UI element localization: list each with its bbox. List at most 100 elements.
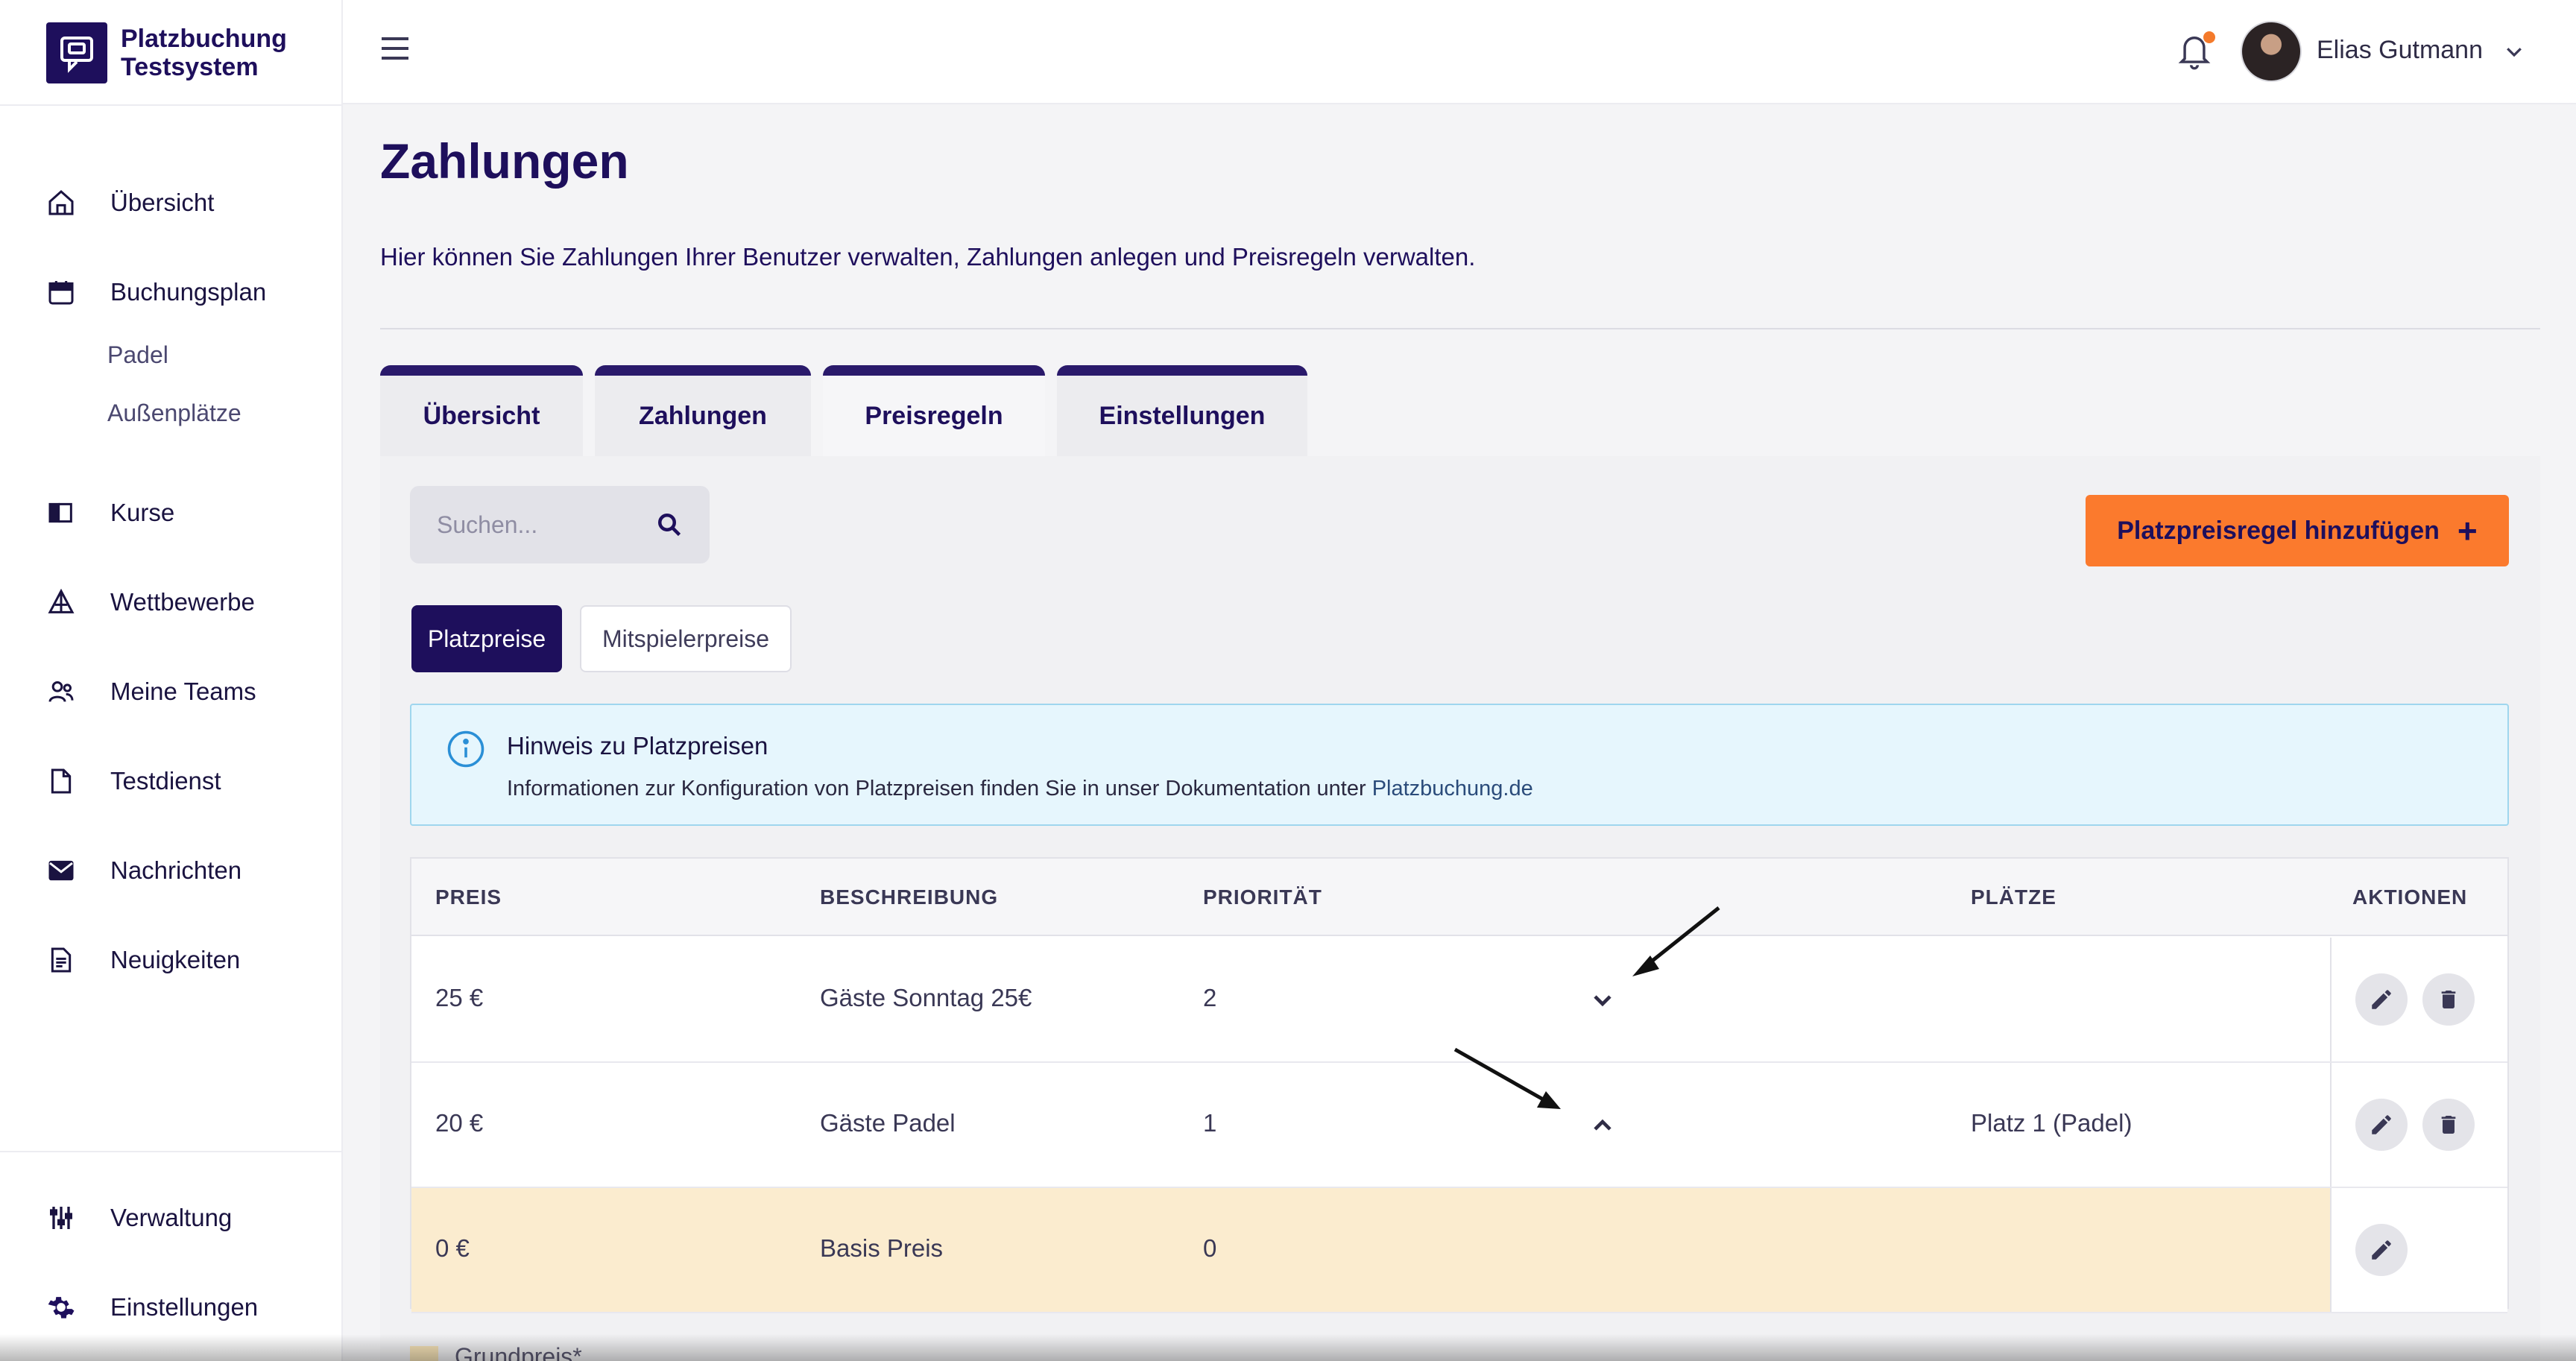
tab-preisregeln[interactable]: Preisregeln bbox=[823, 365, 1045, 456]
sidebar-item-buchungsplan[interactable]: Buchungsplan bbox=[46, 270, 266, 315]
sidebar-subitem-aussenplaetze[interactable]: Außenplätze bbox=[107, 397, 242, 429]
edit-button[interactable] bbox=[2355, 1099, 2408, 1151]
add-price-rule-label: Platzpreisregel hinzufügen bbox=[2117, 516, 2440, 545]
tab-uebersicht[interactable]: Übersicht bbox=[380, 365, 583, 456]
cell-beschreibung: Basis Preis bbox=[820, 1234, 944, 1262]
avatar[interactable] bbox=[2241, 21, 2302, 82]
sidebar-divider-bottom bbox=[0, 1151, 343, 1152]
search-icon[interactable] bbox=[656, 511, 683, 538]
sliders-icon bbox=[46, 1197, 88, 1239]
table-row-base-price: 0 € Basis Preis 0 bbox=[411, 1188, 2507, 1313]
delete-button[interactable] bbox=[2422, 1099, 2475, 1151]
info-icon bbox=[446, 729, 486, 769]
table-header: PREIS BESCHREIBUNG PRIORITÄT PLÄTZE AKTI… bbox=[411, 859, 2507, 936]
trophy-icon bbox=[46, 581, 88, 623]
tab-zahlungen[interactable]: Zahlungen bbox=[595, 365, 811, 456]
column-header-preis: PREIS bbox=[435, 885, 502, 909]
gear-icon bbox=[46, 1286, 88, 1328]
users-icon bbox=[46, 671, 88, 713]
column-header-beschreibung: BESCHREIBUNG bbox=[820, 885, 999, 909]
sidebar-item-label: Verwaltung bbox=[110, 1204, 233, 1231]
brand-name-line1: Platzbuchung bbox=[121, 25, 287, 53]
home-icon bbox=[46, 182, 88, 224]
page-title: Zahlungen bbox=[380, 133, 629, 189]
sidebar-item-wettbewerbe[interactable]: Wettbewerbe bbox=[46, 580, 255, 625]
cell-beschreibung: Gäste Padel bbox=[820, 1109, 956, 1137]
sidebar-item-label: Nachrichten bbox=[110, 856, 242, 884]
sidebar-item-nachrichten[interactable]: Nachrichten bbox=[46, 848, 242, 893]
sidebar-item-uebersicht[interactable]: Übersicht bbox=[46, 180, 214, 225]
sidebar-item-neuigkeiten[interactable]: Neuigkeiten bbox=[46, 938, 240, 982]
sidebar-item-label: Übersicht bbox=[110, 189, 215, 216]
column-header-prioritaet: PRIORITÄT bbox=[1203, 885, 1322, 909]
price-rules-table: PREIS BESCHREIBUNG PRIORITÄT PLÄTZE AKTI… bbox=[410, 857, 2509, 1313]
search-box bbox=[410, 486, 710, 563]
search-input[interactable] bbox=[437, 486, 653, 563]
notification-dot bbox=[2203, 31, 2215, 43]
sidebar-item-label: Wettbewerbe bbox=[110, 588, 255, 616]
page-description: Hier können Sie Zahlungen Ihrer Benutzer… bbox=[380, 243, 1476, 271]
user-name[interactable]: Elias Gutmann bbox=[2317, 36, 2483, 65]
sidebar-subitem-padel[interactable]: Padel bbox=[107, 338, 168, 371]
book-icon bbox=[46, 492, 88, 534]
table-row: 25 € Gäste Sonntag 25€ 2 bbox=[411, 938, 2507, 1063]
cell-preis: 0 € bbox=[435, 1234, 470, 1262]
sidebar-item-meine-teams[interactable]: Meine Teams bbox=[46, 669, 256, 714]
topbar: Elias Gutmann bbox=[343, 0, 2576, 104]
mail-icon bbox=[46, 850, 88, 891]
cell-plaetze: Platz 1 (Padel) bbox=[1971, 1109, 2133, 1137]
cell-beschreibung: Gäste Sonntag 25€ bbox=[820, 984, 1032, 1011]
row-actions bbox=[2330, 1063, 2507, 1187]
sidebar-item-verwaltung[interactable]: Verwaltung bbox=[46, 1196, 232, 1240]
delete-button[interactable] bbox=[2422, 973, 2475, 1026]
cell-prioritaet: 2 bbox=[1203, 984, 1217, 1011]
sidebar-item-label: Kurse bbox=[110, 499, 175, 526]
cell-preis: 20 € bbox=[435, 1109, 484, 1137]
filter-platzpreise[interactable]: Platzpreise bbox=[411, 605, 562, 672]
notifications-button[interactable] bbox=[2175, 30, 2217, 75]
docs-link[interactable]: Platzbuchung.de bbox=[1372, 777, 1533, 801]
notice-text-body: Informationen zur Konfiguration von Plat… bbox=[507, 777, 1372, 801]
cell-prioritaet: 1 bbox=[1203, 1109, 1217, 1137]
sidebar-item-testdienst[interactable]: Testdienst bbox=[46, 759, 221, 803]
info-notice: Hinweis zu Platzpreisen Informationen zu… bbox=[410, 704, 2509, 826]
cell-preis: 25 € bbox=[435, 984, 484, 1011]
divider bbox=[380, 328, 2540, 329]
sidebar-item-einstellungen[interactable]: Einstellungen bbox=[46, 1285, 258, 1330]
news-icon bbox=[46, 939, 88, 981]
brand-name: Platzbuchung Testsystem bbox=[121, 25, 315, 81]
legend-swatch bbox=[410, 1346, 438, 1361]
legend-label: Grundpreis* bbox=[455, 1343, 582, 1361]
row-actions bbox=[2330, 938, 2507, 1061]
notice-title: Hinweis zu Platzpreisen bbox=[507, 732, 768, 760]
sidebar-item-label: Neuigkeiten bbox=[110, 946, 241, 973]
chevron-down-icon[interactable] bbox=[2503, 40, 2525, 63]
edit-button[interactable] bbox=[2355, 973, 2408, 1026]
sidebar: Platzbuchung Testsystem Übersicht Buchun… bbox=[0, 0, 343, 1361]
brand-logo-icon bbox=[46, 22, 107, 83]
chevron-down-icon[interactable] bbox=[1588, 985, 1617, 1015]
bell-icon bbox=[2175, 37, 2214, 75]
row-actions bbox=[2330, 1188, 2507, 1312]
sidebar-divider-top bbox=[0, 104, 343, 106]
table-row: 20 € Gäste Padel 1 Platz 1 (Padel) bbox=[411, 1063, 2507, 1188]
filter-mitspielerpreise[interactable]: Mitspielerpreise bbox=[580, 605, 792, 672]
edit-button[interactable] bbox=[2355, 1224, 2408, 1276]
cell-prioritaet: 0 bbox=[1203, 1234, 1217, 1262]
brand[interactable]: Platzbuchung Testsystem bbox=[46, 22, 315, 83]
hamburger-menu-icon[interactable] bbox=[379, 34, 413, 64]
sidebar-item-label: Buchungsplan bbox=[110, 278, 267, 306]
sidebar-item-label: Testdienst bbox=[110, 767, 221, 795]
column-header-aktionen: AKTIONEN bbox=[2352, 885, 2468, 909]
tab-einstellungen[interactable]: Einstellungen bbox=[1057, 365, 1307, 456]
plus-icon: + bbox=[2457, 511, 2478, 550]
document-icon bbox=[46, 760, 88, 802]
add-price-rule-button[interactable]: Platzpreisregel hinzufügen + bbox=[2086, 495, 2509, 566]
brand-name-line2: Testsystem bbox=[121, 53, 259, 81]
sidebar-item-label: Einstellungen bbox=[110, 1293, 259, 1321]
sidebar-item-kurse[interactable]: Kurse bbox=[46, 490, 174, 535]
notice-text: Informationen zur Konfiguration von Plat… bbox=[507, 777, 1533, 801]
sidebar-item-label: Meine Teams bbox=[110, 678, 256, 705]
column-header-plaetze: PLÄTZE bbox=[1971, 885, 2056, 909]
chevron-up-icon[interactable] bbox=[1588, 1111, 1617, 1140]
